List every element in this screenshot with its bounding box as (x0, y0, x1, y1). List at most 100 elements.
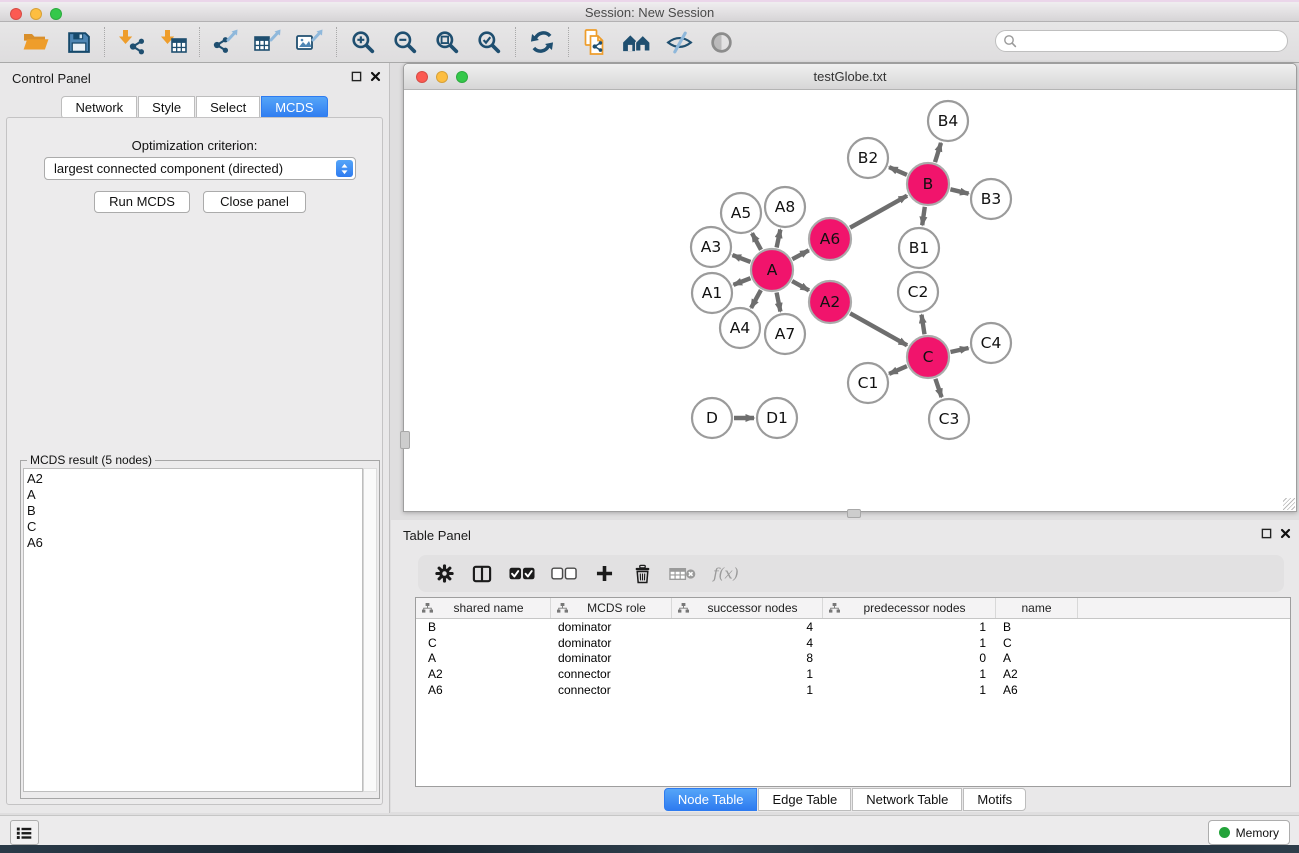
node-B4[interactable]: B4 (928, 101, 968, 141)
cell[interactable]: A2 (996, 667, 1078, 681)
cell[interactable]: connector (551, 683, 672, 697)
node-C2[interactable]: C2 (898, 272, 938, 312)
node-A4[interactable]: A4 (720, 308, 760, 348)
edge-A-A6[interactable] (792, 250, 809, 259)
node-C4[interactable]: C4 (971, 323, 1011, 363)
cell[interactable]: 1 (672, 667, 823, 681)
edge-A-A8[interactable] (777, 230, 781, 248)
network-resize-grip[interactable] (1283, 498, 1295, 510)
edge-A-A5[interactable] (752, 233, 761, 250)
edge-C-C3[interactable] (935, 379, 941, 397)
cell[interactable]: 8 (672, 651, 823, 665)
edge-A-A7[interactable] (777, 293, 781, 312)
table-row[interactable]: A2connector11A2 (416, 666, 1290, 682)
edge-B-B1[interactable] (922, 207, 925, 225)
table-row[interactable]: Cdominator41C (416, 635, 1290, 651)
node-A7[interactable]: A7 (765, 314, 805, 354)
column-header-name[interactable]: name (996, 598, 1078, 618)
cell[interactable]: dominator (551, 636, 672, 650)
node-B[interactable]: B (907, 163, 949, 205)
mcds-result-item[interactable]: A (27, 487, 362, 503)
tab-network-table[interactable]: Network Table (852, 788, 962, 811)
save-session-button[interactable] (61, 26, 95, 58)
table-row[interactable]: A6connector11A6 (416, 682, 1290, 698)
zoom-out-button[interactable] (388, 26, 422, 58)
cell[interactable]: C (416, 636, 551, 650)
edge-B-B4[interactable] (935, 143, 941, 162)
table-row[interactable]: Bdominator41B (416, 619, 1290, 635)
node-A3[interactable]: A3 (691, 227, 731, 267)
cell[interactable]: A6 (416, 683, 551, 697)
edge-B-B2[interactable] (889, 167, 907, 175)
select-all-button[interactable] (509, 561, 535, 587)
node-D[interactable]: D (692, 398, 732, 438)
result-scrollbar[interactable] (363, 468, 377, 792)
close-panel-icon[interactable] (370, 71, 381, 82)
cell[interactable]: 4 (672, 620, 823, 634)
cell[interactable]: A6 (996, 683, 1078, 697)
cell[interactable]: dominator (551, 651, 672, 665)
edge-B-B3[interactable] (950, 189, 968, 193)
add-row-button[interactable] (593, 561, 615, 587)
tab-mcds[interactable]: MCDS (261, 96, 327, 119)
home-view-button[interactable] (620, 26, 654, 58)
open-session-button[interactable] (19, 26, 53, 58)
close-panel-button[interactable]: Close panel (203, 191, 306, 213)
node-A2[interactable]: A2 (809, 281, 851, 323)
column-header-successor-nodes[interactable]: successor nodes (672, 598, 823, 618)
zoom-fit-button[interactable] (430, 26, 464, 58)
search-input[interactable] (995, 30, 1288, 52)
tab-edge-table[interactable]: Edge Table (758, 788, 851, 811)
mcds-result-item[interactable]: C (27, 519, 362, 535)
refresh-view-button[interactable] (525, 26, 559, 58)
edge-C-C2[interactable] (922, 315, 925, 335)
network-vertical-scrollbar[interactable] (400, 431, 410, 449)
node-C[interactable]: C (907, 336, 949, 378)
cell[interactable]: 0 (823, 651, 996, 665)
import-network-button[interactable] (114, 26, 148, 58)
mcds-result-item[interactable]: A2 (27, 471, 362, 487)
cell[interactable]: B (996, 620, 1078, 634)
edge-C-C1[interactable] (889, 366, 907, 374)
cell[interactable]: A (996, 651, 1078, 665)
settings-button[interactable] (433, 561, 455, 587)
node-B1[interactable]: B1 (899, 228, 939, 268)
edge-A-A4[interactable] (751, 290, 761, 308)
cell[interactable]: B (416, 620, 551, 634)
delete-table-button[interactable] (669, 561, 696, 587)
cell[interactable]: 1 (823, 620, 996, 634)
tab-motifs[interactable]: Motifs (963, 788, 1026, 811)
function-builder-button[interactable]: f(x) (712, 561, 744, 587)
close-table-panel-icon[interactable] (1280, 528, 1291, 539)
cell[interactable]: dominator (551, 620, 672, 634)
deselect-all-button[interactable] (551, 561, 577, 587)
edge-A-A1[interactable] (734, 278, 751, 285)
zoom-selected-button[interactable] (472, 26, 506, 58)
delete-row-button[interactable] (631, 561, 653, 587)
cell[interactable]: 1 (823, 636, 996, 650)
show-elements-button[interactable] (704, 26, 738, 58)
memory-button[interactable]: Memory (1208, 820, 1290, 845)
zoom-in-button[interactable] (346, 26, 380, 58)
float-table-panel-icon[interactable] (1261, 528, 1272, 539)
node-C1[interactable]: C1 (848, 363, 888, 403)
cell[interactable]: 1 (823, 683, 996, 697)
export-table-button[interactable] (251, 26, 285, 58)
hide-elements-button[interactable] (662, 26, 696, 58)
node-A1[interactable]: A1 (692, 273, 732, 313)
import-table-button[interactable] (156, 26, 190, 58)
cell[interactable]: connector (551, 667, 672, 681)
mcds-result-item[interactable]: A6 (27, 535, 362, 551)
network-graph-canvas[interactable]: B4 B2 B B3 A8 A5 A6 A3 B1 A A1 C2 A2 A4 … (404, 89, 1296, 512)
tab-node-table[interactable]: Node Table (664, 788, 758, 811)
node-C3[interactable]: C3 (929, 399, 969, 439)
duplicate-network-button[interactable] (578, 26, 612, 58)
cell[interactable]: 4 (672, 636, 823, 650)
optimization-criterion-select[interactable]: largest connected component (directed) (44, 157, 356, 180)
cell[interactable]: C (996, 636, 1078, 650)
node-B2[interactable]: B2 (848, 138, 888, 178)
run-mcds-button[interactable]: Run MCDS (94, 191, 190, 213)
column-header-predecessor-nodes[interactable]: predecessor nodes (823, 598, 996, 618)
split-view-button[interactable] (471, 561, 493, 587)
network-horizontal-scrollbar[interactable] (847, 509, 861, 518)
